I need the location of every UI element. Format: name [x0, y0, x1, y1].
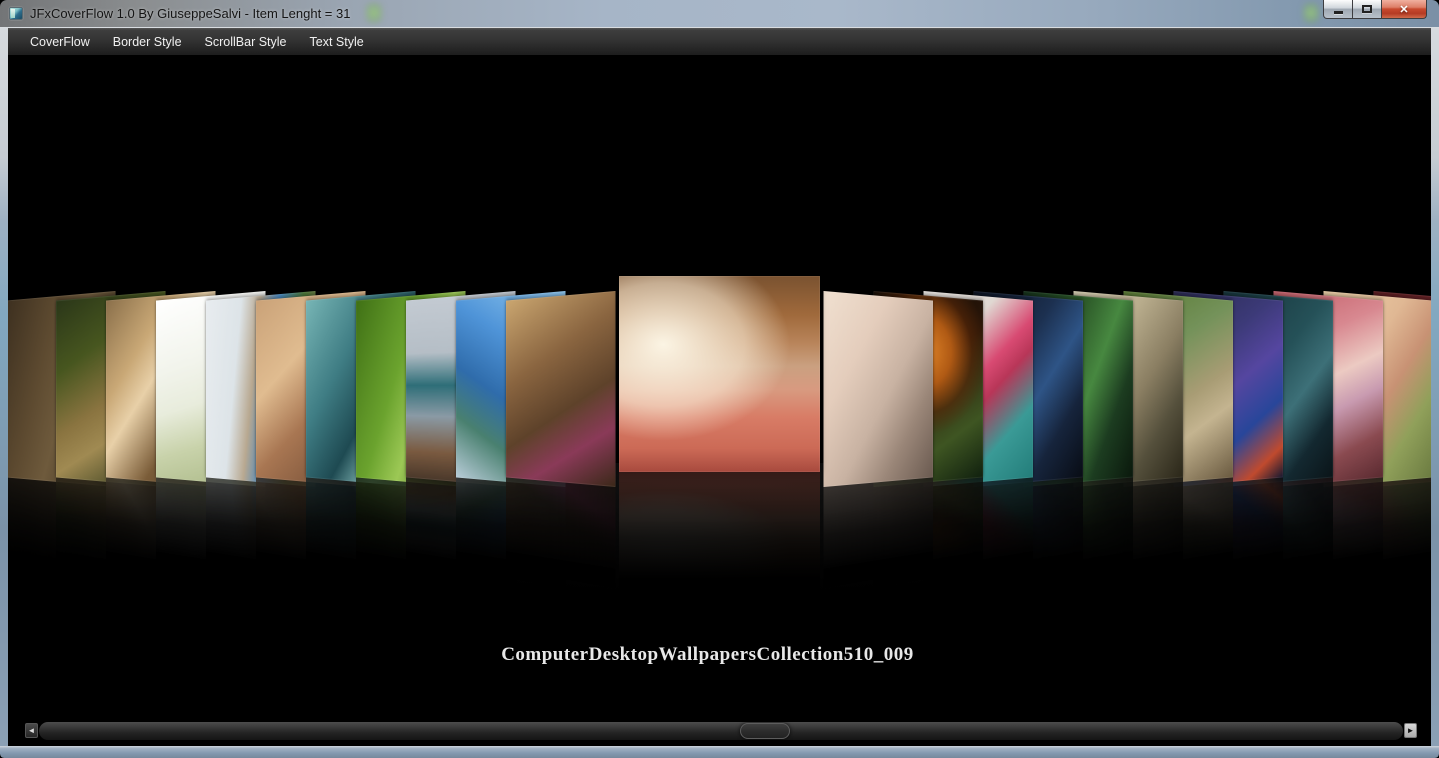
menu-bar: CoverFlow Border Style ScrollBar Style T… [8, 28, 1431, 55]
menu-text-style[interactable]: Text Style [301, 31, 373, 53]
arrow-right-icon: ► [1406, 726, 1415, 735]
scrollbar-thumb[interactable] [740, 723, 790, 739]
scrollbar-left-arrow[interactable]: ◄ [25, 723, 38, 738]
cover-reflection [823, 477, 933, 589]
cover-image [506, 290, 616, 488]
arrow-left-icon: ◄ [27, 726, 36, 735]
close-button[interactable]: ✕ [1381, 0, 1427, 19]
minimize-icon [1333, 10, 1343, 14]
selected-item-caption: ComputerDesktopWallpapersCollection510_0… [501, 644, 914, 665]
window-title: JFxCoverFlow 1.0 By GiuseppeSalvi - Item… [30, 6, 351, 21]
app-window: JFxCoverFlow 1.0 By GiuseppeSalvi - Item… [0, 0, 1439, 758]
close-icon: ✕ [1399, 3, 1409, 16]
menu-scrollbar-style[interactable]: ScrollBar Style [196, 31, 296, 53]
maximize-button[interactable] [1353, 0, 1381, 19]
window-border-right [1431, 28, 1439, 746]
maximize-icon [1362, 5, 1372, 13]
cover-hotel-room[interactable] [506, 290, 616, 589]
window-border-bottom [0, 746, 1439, 758]
cover-reflection [619, 472, 820, 591]
window-controls: ✕ [1323, 0, 1427, 19]
window-border-left [0, 28, 8, 746]
cover-kitten[interactable] [823, 290, 933, 589]
cover-girl-on-bed-selected[interactable] [619, 276, 820, 591]
cover-image [823, 290, 933, 488]
scrollbar-right-arrow[interactable]: ► [1404, 723, 1417, 738]
cover-image [619, 276, 820, 472]
cover-reflection [506, 477, 616, 589]
menu-coverflow[interactable]: CoverFlow [21, 31, 99, 53]
coverflow-stage: ComputerDesktopWallpapersCollection510_0… [8, 55, 1431, 746]
glass-reflection-blob [1303, 2, 1319, 26]
scrollbar-track[interactable] [39, 722, 1403, 740]
title-bar[interactable]: JFxCoverFlow 1.0 By GiuseppeSalvi - Item… [0, 0, 1439, 28]
minimize-button[interactable] [1323, 0, 1353, 19]
menu-border-style[interactable]: Border Style [104, 31, 191, 53]
app-icon [9, 7, 23, 20]
glass-reflection-blob [366, 2, 382, 26]
